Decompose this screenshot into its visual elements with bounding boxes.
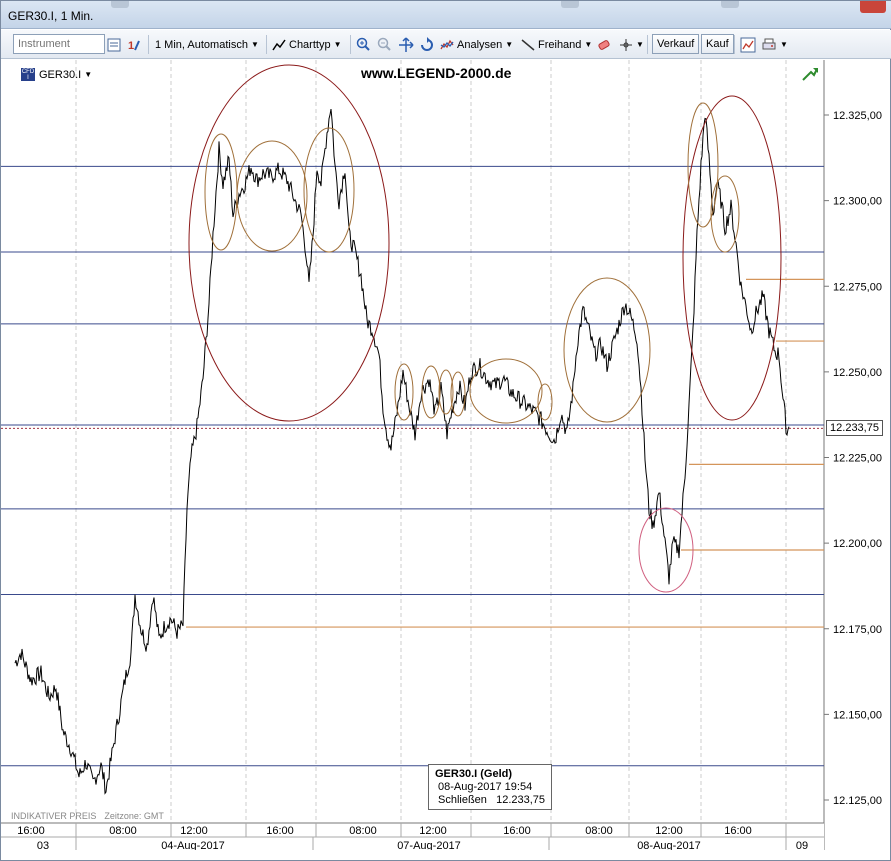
- trendline-icon: [521, 38, 535, 51]
- tab-stub: [721, 1, 739, 8]
- zoom-out-icon[interactable]: [377, 34, 392, 55]
- title-bar: GER30.I, 1 Min.: [1, 1, 891, 29]
- kauf-button[interactable]: Kauf: [701, 34, 734, 54]
- close-button[interactable]: [860, 1, 886, 13]
- tab-stub: [561, 1, 579, 8]
- y-tick-label: 12.325,00: [833, 110, 882, 122]
- x-time-label: 08:00: [109, 825, 137, 837]
- analysis-icon: [440, 39, 454, 49]
- y-tick-label: 12.225,00: [833, 453, 882, 465]
- svg-text:1: 1: [128, 40, 134, 52]
- zoom-in-icon[interactable]: [356, 34, 371, 55]
- interval-dropdown[interactable]: 1 Min, Automatisch ▼: [155, 34, 259, 55]
- tooltip-close: Schließen 12.233,75: [438, 794, 546, 806]
- toolbar: 1 1 Min, Automatisch▼ Charttyp▼ Analysen…: [1, 30, 891, 59]
- price-chart[interactable]: 12.325,00 12.300,00 12.275,00 12.250,00 12.2…: [1, 60, 891, 852]
- chart-area[interactable]: 12.325,00 12.300,00 12.275,00 12.250,00 12.2…: [1, 60, 891, 852]
- symbol-selector[interactable]: CFD I GER30.I ▼: [21, 68, 92, 81]
- x-date-label: 07-Aug-2017: [397, 840, 461, 850]
- x-date-label: 03: [37, 840, 49, 850]
- line-chart-icon: [272, 39, 286, 50]
- print-dropdown[interactable]: ▼: [761, 34, 788, 55]
- eraser-icon[interactable]: [596, 34, 612, 55]
- chart-window-icon[interactable]: [740, 34, 756, 55]
- x-time-label: 12:00: [419, 825, 447, 837]
- tooltip-datetime: 08-Aug-2017 19:54: [438, 781, 533, 793]
- current-price-tag: 12.233,75: [826, 420, 883, 436]
- x-time-label: 08:00: [585, 825, 613, 837]
- crosshair-dropdown[interactable]: ▼: [619, 34, 644, 55]
- freihand-dropdown[interactable]: Freihand ▼: [521, 34, 592, 55]
- y-tick-label: 12.250,00: [833, 367, 882, 379]
- data-tooltip: GER30.I (Geld) 08-Aug-2017 19:54 Schließ…: [428, 764, 552, 810]
- instrument-list-icon[interactable]: [107, 34, 123, 55]
- x-time-label: 16:00: [724, 825, 752, 837]
- y-tick-label: 12.175,00: [833, 624, 882, 636]
- x-time-label: 16:00: [17, 825, 45, 837]
- window-title: GER30.I, 1 Min.: [8, 9, 94, 23]
- y-tick-label: 12.300,00: [833, 196, 882, 208]
- x-date-label: 08-Aug-2017: [637, 840, 701, 850]
- x-date-label: 09: [796, 840, 808, 850]
- x-time-label: 16:00: [266, 825, 294, 837]
- y-tick-label: 12.275,00: [833, 281, 882, 293]
- printer-icon: [762, 38, 776, 49]
- verkauf-button[interactable]: Verkauf: [652, 34, 700, 54]
- x-time-label: 12:00: [655, 825, 683, 837]
- chart-window: GER30.I, 1 Min. 1 1 Min, Automatisch▼ Ch…: [0, 0, 891, 861]
- analysen-dropdown[interactable]: Analysen ▼: [440, 34, 513, 55]
- pan-icon[interactable]: [398, 34, 414, 55]
- cfd-icon: CFD I: [21, 68, 35, 81]
- y-tick-label: 12.200,00: [833, 538, 882, 550]
- tab-stub: [111, 1, 129, 8]
- x-time-label: 08:00: [349, 825, 377, 837]
- tooltip-title: GER30.I (Geld): [435, 768, 513, 780]
- charttype-dropdown[interactable]: Charttyp ▼: [272, 34, 342, 55]
- crosshair-icon: [620, 38, 632, 51]
- y-tick-label: 12.150,00: [833, 709, 882, 721]
- x-date-label: 04-Aug-2017: [161, 840, 225, 850]
- x-time-label: 16:00: [503, 825, 531, 837]
- footer-note: INDIKATIVER PREIS Zeitzone: GMT: [11, 811, 164, 821]
- x-time-label: 12:00: [180, 825, 208, 837]
- watermark: www.LEGEND-2000.de: [361, 65, 512, 81]
- refresh-icon[interactable]: [419, 34, 435, 55]
- instrument-input[interactable]: [13, 34, 105, 54]
- chart-settings-icon[interactable]: 1: [127, 34, 143, 55]
- y-tick-label: 12.125,00: [833, 795, 882, 807]
